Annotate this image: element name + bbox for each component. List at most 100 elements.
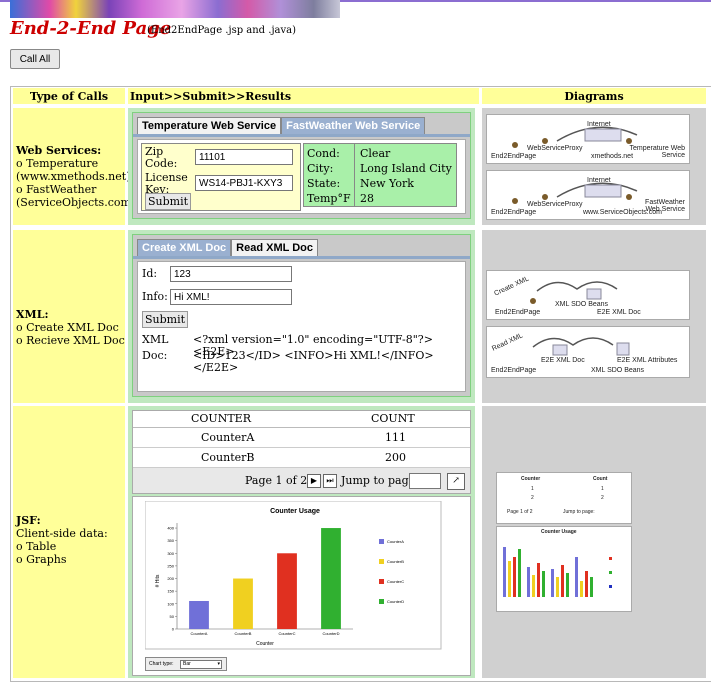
label-line: o Create XML Doc xyxy=(16,321,119,334)
label-line: o Table xyxy=(16,540,57,553)
read-xml-diagram: Read XML E2E XML Doc E2E XML Attributes … xyxy=(486,326,690,378)
chart-legend-label: CounterC xyxy=(387,579,404,584)
call-all-button[interactable]: Call All xyxy=(10,49,60,69)
tab-read-xml-doc[interactable]: Read XML Doc xyxy=(231,239,318,256)
tab-underline xyxy=(133,134,470,137)
chart-title: Counter Usage xyxy=(270,508,320,515)
xml-panel-cell: Create XML Doc Read XML Doc Id: Info: Su… xyxy=(128,230,475,403)
mini-header-count: Count xyxy=(593,476,608,482)
chart-y-tick-label: 400 xyxy=(167,526,174,531)
tab-create-xml-doc[interactable]: Create XML Doc xyxy=(137,239,232,256)
label-line: (ServiceObjects.com) xyxy=(16,196,136,209)
chart-y-tick-label: 150 xyxy=(167,589,174,594)
chart-type-control: Chart type: Bar ▾ xyxy=(145,657,227,671)
table-row: CounterB 200 xyxy=(133,448,470,468)
result-value: New York xyxy=(360,177,414,190)
submit-button[interactable]: Submit xyxy=(145,193,191,210)
result-key: City: xyxy=(307,162,334,175)
counter-table: COUNTER COUNT CounterA 111 CounterB 200 … xyxy=(132,410,471,494)
xml-form-area: Id: Info: Submit XML Doc: <?xml version=… xyxy=(137,261,466,392)
label-line: Client-side data: xyxy=(16,527,108,540)
mini-chart-graphic xyxy=(503,547,612,597)
chart-x-axis-label: Counter xyxy=(256,641,274,647)
jump-to-page-input[interactable] xyxy=(409,473,441,489)
header-diagrams: Diagrams xyxy=(482,88,706,104)
license-key-input[interactable] xyxy=(195,175,293,191)
chart-legend-swatch xyxy=(379,559,384,564)
xml-tabs: Create XML Doc Read XML Doc xyxy=(137,239,318,256)
temperature-form-area: Zip Code: License Key: Submit Cond: Clea… xyxy=(137,139,466,214)
chevron-down-icon: ▾ xyxy=(217,661,220,667)
xml-doc-label: XML xyxy=(142,333,169,346)
chart-legend-label: CounterD xyxy=(387,599,404,604)
web-services-title: Web Services: xyxy=(16,144,102,157)
proxy-label: WebServiceProxy xyxy=(527,145,583,152)
web-services-tab-panel: Temperature Web Service FastWeather Web … xyxy=(132,112,471,219)
label-line: o FastWeather xyxy=(16,183,97,196)
xml-doc-label: Doc: xyxy=(142,349,168,362)
chart-bar xyxy=(277,553,297,629)
internet-label: Internet xyxy=(587,177,611,184)
header-type-of-calls: Type of Calls xyxy=(13,88,125,104)
chart-container: Counter Usage # Hits Counter 0 50 100 150 20… xyxy=(132,496,471,676)
proxy-label: WebServiceProxy xyxy=(527,201,583,208)
id-input[interactable] xyxy=(170,266,292,282)
result-value: 28 xyxy=(360,192,374,205)
chart-y-tick-label: 300 xyxy=(167,551,174,556)
header-input-submit: Input>>Submit>>Results xyxy=(128,88,479,104)
table-row: CounterA 111 xyxy=(133,428,470,448)
label-line: o Temperature xyxy=(16,157,99,170)
mini-cell: 1 xyxy=(601,486,604,492)
chart-bar xyxy=(233,578,253,629)
internet-label: Internet xyxy=(587,121,611,128)
counter-table-header: COUNTER COUNT xyxy=(133,411,470,428)
id-label: Id: xyxy=(142,267,158,280)
column-header-count[interactable]: COUNT xyxy=(371,413,415,425)
chart-bar xyxy=(189,600,209,629)
mini-pager: Page 1 of 2 xyxy=(507,509,533,515)
last-page-icon[interactable]: ⏭ xyxy=(323,474,337,488)
zip-code-input[interactable] xyxy=(195,149,293,165)
counter-count: 111 xyxy=(385,431,406,444)
result-value: Long Island City xyxy=(360,162,452,175)
mini-chart-diagram: Counter Usage xyxy=(496,526,632,612)
chart-bar xyxy=(321,528,341,629)
xml-diagram-cell: Create XML XML SDO Beans End2EndPage E2E… xyxy=(482,230,706,403)
column-header-counter[interactable]: COUNTER xyxy=(191,413,251,425)
web-services-tabs: Temperature Web Service FastWeather Web … xyxy=(137,117,426,134)
jsf-title: JSF: xyxy=(16,514,41,527)
beans-label: XML SDO Beans xyxy=(591,367,645,374)
chart-x-tick-label: CounterD xyxy=(322,631,339,636)
chart-type-value: Bar xyxy=(183,661,191,667)
chart-type-label: Chart type: xyxy=(149,661,174,667)
doc-label: E2E XML Doc xyxy=(597,309,641,316)
chart-type-select[interactable]: Bar ▾ xyxy=(180,660,222,669)
go-icon[interactable]: ↗ xyxy=(447,473,465,490)
beans-label: XML SDO Beans xyxy=(555,301,609,308)
input-form-table: Zip Code: License Key: Submit xyxy=(141,143,301,211)
result-key: Temp°F xyxy=(307,192,351,205)
fastweather-service-diagram: Internet WebServiceProxy End2EndPage Fas… xyxy=(486,170,690,220)
tab-fastweather-web-service[interactable]: FastWeather Web Service xyxy=(281,117,426,134)
chart-y-tick-label: 200 xyxy=(167,576,174,581)
mini-table-diagram: Counter Count 1 1 2 2 Page 1 of 2 Jump t… xyxy=(496,472,632,524)
mini-cell: 1 xyxy=(531,486,534,492)
label-line: o Graphs xyxy=(16,553,67,566)
create-xml-diagram: Create XML XML SDO Beans End2EndPage E2E… xyxy=(486,270,690,320)
info-input[interactable] xyxy=(170,289,292,305)
chart-legend-swatch xyxy=(379,539,384,544)
label-line: o Recieve XML Doc xyxy=(16,334,125,347)
mini-cell: 2 xyxy=(531,495,534,501)
doc-label: E2E XML Doc xyxy=(541,357,585,364)
mini-jump-label: Jump to page: xyxy=(563,509,595,515)
row-label-web-services: Web Services: o Temperature (www.xmethod… xyxy=(13,108,135,225)
xml-submit-button[interactable]: Submit xyxy=(142,311,188,328)
mini-cell: 2 xyxy=(601,495,604,501)
pager-text: Page 1 of 2 xyxy=(245,474,308,487)
next-page-icon[interactable]: ▶ xyxy=(307,474,321,488)
page-label: End2EndPage xyxy=(491,367,537,374)
xml-tab-panel: Create XML Doc Read XML Doc Id: Info: Su… xyxy=(132,234,471,397)
tab-temperature-web-service[interactable]: Temperature Web Service xyxy=(137,117,282,134)
row-label-jsf: JSF: Client-side data: o Table o Graphs xyxy=(13,406,125,678)
chart-x-tick-label: CounterA xyxy=(191,631,208,636)
